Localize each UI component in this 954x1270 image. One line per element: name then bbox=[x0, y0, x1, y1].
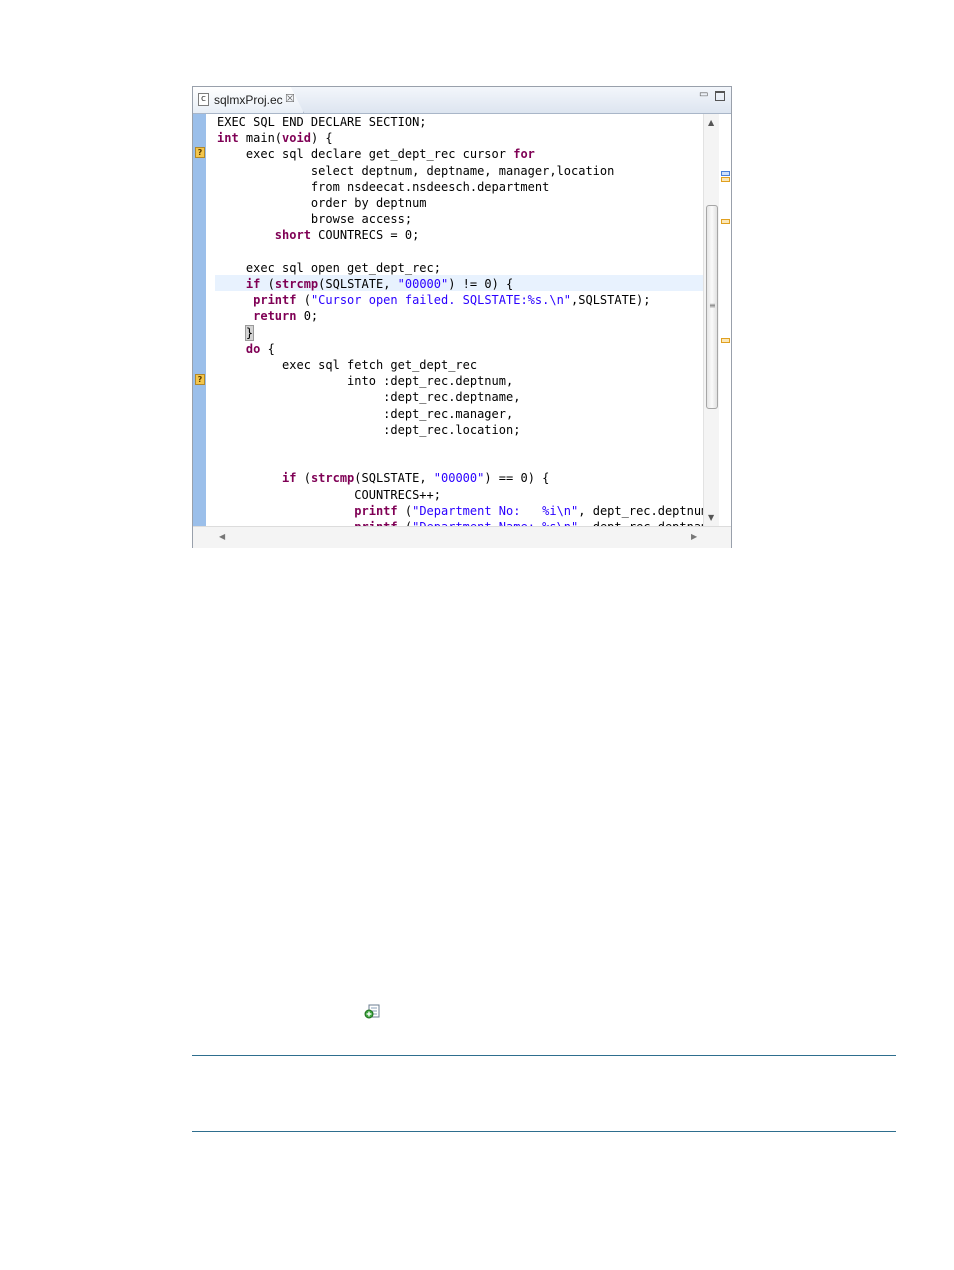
code-line[interactable]: exec sql fetch get_dept_rec bbox=[217, 358, 477, 372]
warning-marker-icon[interactable]: ? bbox=[195, 147, 205, 158]
occurrence-marker[interactable] bbox=[721, 171, 730, 176]
vertical-scroll-thumb[interactable]: ≡ bbox=[706, 205, 718, 409]
note-top-divider bbox=[192, 1055, 896, 1056]
code-text-area[interactable]: EXEC SQL END DECLARE SECTION; int main(v… bbox=[207, 114, 703, 526]
code-line[interactable]: select deptnum, deptname, manager,locati… bbox=[217, 164, 614, 178]
code-line[interactable]: browse access; bbox=[217, 212, 412, 226]
warning-overview-marker[interactable] bbox=[721, 177, 730, 182]
c-file-icon: c bbox=[198, 93, 209, 106]
code-line[interactable]: into :dept_rec.deptnum, bbox=[217, 374, 513, 388]
code-line[interactable]: from nsdeecat.nsdeesch.department bbox=[217, 180, 549, 194]
minimize-icon[interactable]: ▭ bbox=[699, 89, 710, 100]
code-line[interactable]: int main(void) { bbox=[217, 131, 333, 145]
warning-overview-marker[interactable] bbox=[721, 338, 730, 343]
source-code[interactable]: EXEC SQL END DECLARE SECTION; int main(v… bbox=[217, 114, 703, 526]
code-line[interactable]: short COUNTRECS = 0; bbox=[217, 228, 420, 242]
code-line[interactable]: :dept_rec.manager, bbox=[217, 407, 513, 421]
code-editor: c sqlmxProj.ec ☒ ▭ ? ? EXEC SQL END DECL… bbox=[192, 86, 732, 548]
horizontal-scrollbar[interactable]: ◀ ▶ bbox=[193, 526, 731, 548]
code-line[interactable]: if (strcmp(SQLSTATE, "00000") != 0) { bbox=[217, 277, 513, 291]
scroll-left-arrow-icon[interactable]: ◀ bbox=[219, 532, 225, 541]
code-line[interactable]: return 0; bbox=[217, 309, 318, 323]
code-line[interactable]: COUNTRECS++; bbox=[217, 488, 441, 502]
code-line[interactable]: exec sql declare get_dept_rec cursor for bbox=[217, 147, 535, 161]
code-line[interactable]: :dept_rec.location; bbox=[217, 423, 520, 437]
scroll-down-arrow-icon[interactable]: ▼ bbox=[708, 513, 714, 522]
code-line[interactable]: } bbox=[217, 324, 255, 341]
annotation-ruler[interactable]: ? ? bbox=[193, 114, 206, 526]
overview-ruler[interactable] bbox=[719, 114, 731, 526]
editor-tab[interactable]: c sqlmxProj.ec ☒ bbox=[193, 87, 304, 113]
vertical-scrollbar[interactable]: ▲ ≡ ▼ bbox=[703, 114, 720, 526]
code-line[interactable]: printf ("Cursor open failed. SQLSTATE:%s… bbox=[217, 293, 650, 307]
code-line[interactable]: do { bbox=[217, 342, 275, 356]
code-line[interactable]: EXEC SQL END DECLARE SECTION; bbox=[217, 115, 427, 129]
editor-tab-bar: c sqlmxProj.ec ☒ ▭ bbox=[193, 87, 731, 114]
maximize-icon[interactable] bbox=[715, 91, 725, 101]
scroll-up-arrow-icon[interactable]: ▲ bbox=[708, 118, 714, 127]
code-line[interactable]: exec sql open get_dept_rec; bbox=[217, 261, 441, 275]
code-line[interactable]: if (strcmp(SQLSTATE, "00000") == 0) { bbox=[217, 471, 549, 485]
scroll-grip-icon: ≡ bbox=[709, 301, 716, 310]
add-file-icon bbox=[364, 1004, 380, 1019]
editor-tab-title: sqlmxProj.ec bbox=[214, 93, 283, 107]
warning-overview-marker[interactable] bbox=[721, 219, 730, 224]
scroll-right-arrow-icon[interactable]: ▶ bbox=[691, 532, 697, 541]
warning-marker-icon[interactable]: ? bbox=[195, 374, 205, 385]
note-bottom-divider bbox=[192, 1131, 896, 1132]
code-line[interactable]: printf ("Department No: %i\n", dept_rec.… bbox=[217, 504, 703, 518]
close-icon[interactable]: ☒ bbox=[285, 92, 295, 105]
code-line[interactable]: order by deptnum bbox=[217, 196, 427, 210]
code-line[interactable]: :dept_rec.deptname, bbox=[217, 390, 520, 404]
